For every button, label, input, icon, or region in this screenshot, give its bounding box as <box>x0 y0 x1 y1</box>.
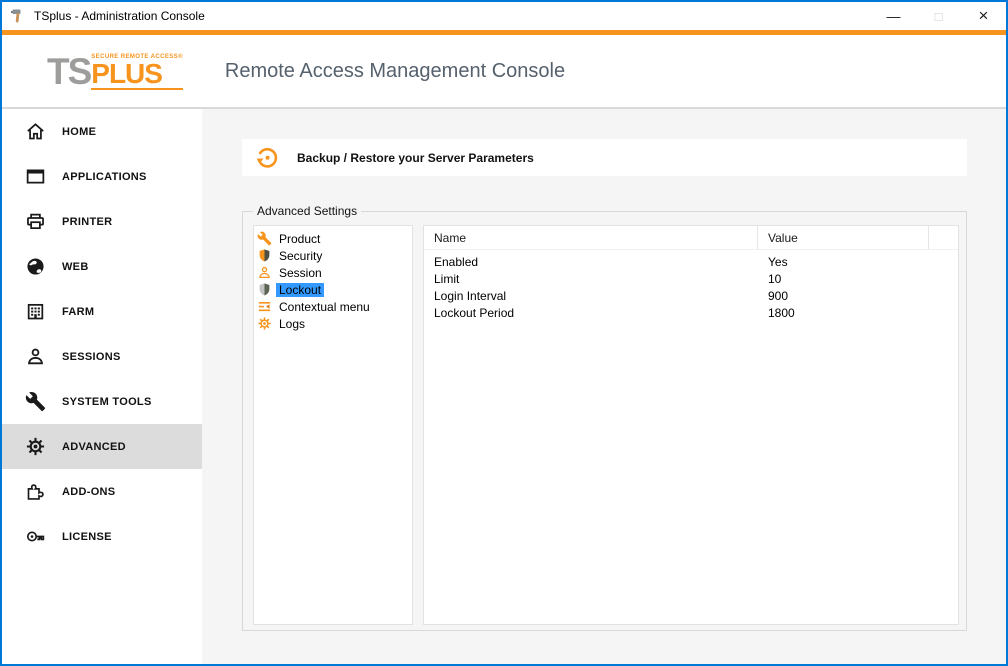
maximize-button[interactable]: □ <box>916 2 961 30</box>
window-controls: — □ × <box>871 2 1006 30</box>
tree-item-logs[interactable]: Logs <box>254 315 412 332</box>
printer-icon <box>25 211 46 232</box>
cell-name: Enabled <box>424 253 758 270</box>
backup-restore-icon <box>254 145 280 171</box>
column-header-filler <box>929 226 958 249</box>
shield-orange-icon <box>257 248 272 263</box>
tree-item-product[interactable]: Product <box>254 230 412 247</box>
sidebar-item-home[interactable]: HOME <box>2 109 202 154</box>
backup-restore-banner[interactable]: Backup / Restore your Server Parameters <box>242 139 967 176</box>
home-icon <box>25 121 46 142</box>
sidebar-item-label: APPLICATIONS <box>62 171 147 183</box>
advanced-settings-group: Advanced Settings Product Security <box>242 211 967 631</box>
settings-table: Name Value Enabled Yes <box>423 225 959 625</box>
wrench-orange-icon <box>257 231 272 246</box>
wrench-icon <box>25 391 46 412</box>
tree-item-label: Contextual menu <box>276 300 373 314</box>
tree-item-session[interactable]: Session <box>254 264 412 281</box>
cell-name: Lockout Period <box>424 304 758 321</box>
sessions-user-icon <box>25 346 46 367</box>
cell-name: Limit <box>424 270 758 287</box>
window-title: TSplus - Administration Console <box>34 9 205 23</box>
web-globe-icon <box>25 256 46 277</box>
sidebar-item-label: HOME <box>62 126 96 138</box>
sidebar-item-web[interactable]: WEB <box>2 244 202 289</box>
cell-value: Yes <box>758 253 929 270</box>
tree-item-label: Session <box>276 266 325 280</box>
table-rows: Enabled Yes Limit 10 <box>424 250 958 321</box>
sidebar-item-sessions[interactable]: SESSIONS <box>2 334 202 379</box>
table-row-enabled[interactable]: Enabled Yes <box>424 253 958 270</box>
column-header-value[interactable]: Value <box>758 226 929 249</box>
advanced-settings-group-label: Advanced Settings <box>253 204 361 218</box>
tree-item-contextual-menu[interactable]: Contextual menu <box>254 298 412 315</box>
backup-restore-label: Backup / Restore your Server Parameters <box>297 151 534 165</box>
sidebar-item-license[interactable]: LICENSE <box>2 514 202 559</box>
cell-value: 1800 <box>758 304 929 321</box>
puzzle-icon <box>25 481 46 502</box>
titlebar: TSplus - Administration Console — □ × <box>2 2 1006 30</box>
cell-name: Login Interval <box>424 287 758 304</box>
column-header-name[interactable]: Name <box>424 226 758 249</box>
sidebar-item-farm[interactable]: FARM <box>2 289 202 334</box>
user-orange-icon <box>257 265 272 280</box>
tree-item-label: Security <box>276 249 325 263</box>
table-row-limit[interactable]: Limit 10 <box>424 270 958 287</box>
farm-building-icon <box>25 301 46 322</box>
sidebar-item-label: WEB <box>62 261 89 273</box>
key-icon <box>25 526 46 547</box>
page-title: Remote Access Management Console <box>225 60 565 83</box>
logo-ts: TS <box>47 53 90 90</box>
cell-value: 10 <box>758 270 929 287</box>
sidebar-item-add-ons[interactable]: ADD-ONS <box>2 469 202 514</box>
list-menu-icon <box>257 299 272 314</box>
sidebar-item-applications[interactable]: APPLICATIONS <box>2 154 202 199</box>
sidebar-item-system-tools[interactable]: SYSTEM TOOLS <box>2 379 202 424</box>
settings-tree: Product Security Session <box>253 225 413 625</box>
main-content: Backup / Restore your Server Parameters … <box>202 109 1006 664</box>
table-row-login-interval[interactable]: Login Interval 900 <box>424 287 958 304</box>
tree-item-security[interactable]: Security <box>254 247 412 264</box>
tree-item-label: Logs <box>276 317 308 331</box>
gear-icon <box>25 436 46 457</box>
sidebar-item-label: PRINTER <box>62 216 112 228</box>
tree-item-lockout[interactable]: Lockout <box>254 281 412 298</box>
close-button[interactable]: × <box>961 2 1006 30</box>
minimize-button[interactable]: — <box>871 2 916 30</box>
sidebar-item-label: LICENSE <box>62 531 112 543</box>
table-header: Name Value <box>424 226 958 250</box>
app-window: TSplus - Administration Console — □ × TS… <box>0 0 1008 666</box>
logo-plus: PLUS <box>91 60 183 90</box>
gear-orange-icon <box>257 316 272 331</box>
table-row-lockout-period[interactable]: Lockout Period 1800 <box>424 304 958 321</box>
sidebar-item-printer[interactable]: PRINTER <box>2 199 202 244</box>
sidebar-item-advanced[interactable]: ADVANCED <box>2 424 202 469</box>
shield-gray-icon <box>257 282 272 297</box>
sidebar-item-label: ADD-ONS <box>62 486 115 498</box>
cell-value: 900 <box>758 287 929 304</box>
sidebar-item-label: FARM <box>62 306 94 318</box>
applications-icon <box>25 166 46 187</box>
sidebar: HOME APPLICATIONS PRINTER WEB <box>2 109 202 664</box>
sidebar-item-label: ADVANCED <box>62 441 126 453</box>
header: TS SECURE REMOTE ACCESS® PLUS Remote Acc… <box>2 35 1006 109</box>
sidebar-item-label: SYSTEM TOOLS <box>62 396 152 408</box>
sidebar-item-label: SESSIONS <box>62 351 121 363</box>
tree-item-label: Lockout <box>276 283 324 297</box>
tsplus-logo: TS SECURE REMOTE ACCESS® PLUS <box>47 53 183 90</box>
tsplus-app-icon <box>10 8 26 24</box>
tree-item-label: Product <box>276 232 323 246</box>
